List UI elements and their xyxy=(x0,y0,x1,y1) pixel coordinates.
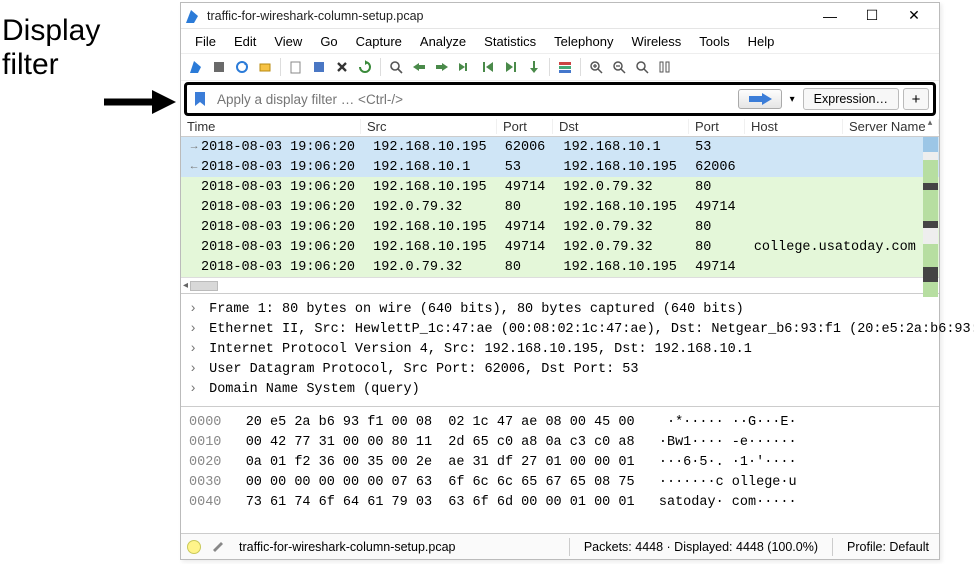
packet-list-header: Time Src Port Dst Port Host Server Name … xyxy=(181,117,939,137)
detail-line[interactable]: › Ethernet II, Src: HewlettP_1c:47:ae (0… xyxy=(189,320,931,340)
status-file: traffic-for-wireshark-column-setup.pcap xyxy=(235,540,460,554)
annotation-arrow-icon xyxy=(102,88,176,116)
go-last-icon[interactable] xyxy=(500,56,522,78)
minimize-button[interactable]: — xyxy=(809,4,851,28)
packet-row[interactable]: →2018-08-03 19:06:20 192.168.10.195 6200… xyxy=(181,137,939,157)
stop-capture-icon[interactable] xyxy=(208,56,230,78)
apply-filter-button[interactable] xyxy=(738,89,782,109)
column-time[interactable]: Time xyxy=(181,119,361,134)
titlebar: traffic-for-wireshark-column-setup.pcap … xyxy=(181,3,939,29)
save-file-icon[interactable] xyxy=(308,56,330,78)
menu-file[interactable]: File xyxy=(187,31,224,52)
app-icon xyxy=(185,8,201,24)
menu-statistics[interactable]: Statistics xyxy=(476,31,544,52)
go-to-packet-icon[interactable] xyxy=(454,56,476,78)
horizontal-scrollbar[interactable]: ◂ ▸ xyxy=(181,277,939,293)
toolbar xyxy=(181,53,939,81)
scroll-up-icon[interactable]: ▴ xyxy=(923,117,937,128)
detail-line[interactable]: › Frame 1: 80 bytes on wire (640 bits), … xyxy=(189,300,931,320)
packet-details-pane[interactable]: › Frame 1: 80 bytes on wire (640 bits), … xyxy=(181,293,939,406)
close-file-icon[interactable] xyxy=(331,56,353,78)
annotation-label: Display filter xyxy=(2,14,100,82)
menu-go[interactable]: Go xyxy=(312,31,345,52)
find-icon[interactable] xyxy=(385,56,407,78)
go-back-icon[interactable] xyxy=(408,56,430,78)
column-src-port[interactable]: Port xyxy=(497,119,553,134)
status-packets: Packets: 4448 · Displayed: 4448 (100.0%) xyxy=(580,540,822,554)
zoom-reset-icon[interactable] xyxy=(631,56,653,78)
add-filter-button[interactable]: + xyxy=(903,88,929,110)
menu-analyze[interactable]: Analyze xyxy=(412,31,474,52)
packet-row[interactable]: 2018-08-03 19:06:20 192.168.10.195 49714… xyxy=(181,177,939,197)
menu-help[interactable]: Help xyxy=(740,31,783,52)
window-title: traffic-for-wireshark-column-setup.pcap xyxy=(207,9,809,23)
bookmark-icon[interactable] xyxy=(191,90,209,108)
packet-row[interactable]: 2018-08-03 19:06:20 192.0.79.32 80 192.1… xyxy=(181,197,939,217)
detail-line[interactable]: › Domain Name System (query) xyxy=(189,380,931,400)
column-dst[interactable]: Dst xyxy=(553,119,689,134)
options-icon[interactable] xyxy=(254,56,276,78)
packet-row[interactable]: ←2018-08-03 19:06:20 192.168.10.1 53 192… xyxy=(181,157,939,177)
hex-line[interactable]: 0040 73 61 74 6f 64 61 79 03 63 6f 6d 00… xyxy=(189,493,931,513)
hex-line[interactable]: 0010 00 42 77 31 00 00 80 11 2d 65 c0 a8… xyxy=(189,433,931,453)
menubar: FileEditViewGoCaptureAnalyzeStatisticsTe… xyxy=(181,29,939,53)
menu-wireless[interactable]: Wireless xyxy=(623,31,689,52)
packet-row[interactable]: 2018-08-03 19:06:20 192.0.79.32 80 192.1… xyxy=(181,257,939,277)
filter-history-dropdown[interactable]: ▾ xyxy=(786,94,799,105)
column-dst-port[interactable]: Port xyxy=(689,119,745,134)
display-filter-bar: ▾ Expression… + xyxy=(184,82,936,116)
zoom-out-icon[interactable] xyxy=(608,56,630,78)
auto-scroll-icon[interactable] xyxy=(523,56,545,78)
menu-capture[interactable]: Capture xyxy=(348,31,410,52)
status-profile[interactable]: Profile: Default xyxy=(843,540,933,554)
start-capture-icon[interactable] xyxy=(185,56,207,78)
column-host[interactable]: Host xyxy=(745,119,843,134)
reload-icon[interactable] xyxy=(354,56,376,78)
go-first-icon[interactable] xyxy=(477,56,499,78)
app-window: traffic-for-wireshark-column-setup.pcap … xyxy=(180,2,940,560)
menu-tools[interactable]: Tools xyxy=(691,31,737,52)
packet-row[interactable]: 2018-08-03 19:06:20 192.168.10.195 49714… xyxy=(181,237,939,257)
edit-capture-icon[interactable] xyxy=(211,538,225,555)
display-filter-input[interactable] xyxy=(213,88,734,110)
hex-line[interactable]: 0000 20 e5 2a b6 93 f1 00 08 02 1c 47 ae… xyxy=(189,413,931,433)
expert-info-icon[interactable] xyxy=(187,540,201,554)
scroll-left-icon[interactable]: ◂ xyxy=(183,280,188,291)
column-src[interactable]: Src xyxy=(361,119,497,134)
maximize-button[interactable]: ☐ xyxy=(851,4,893,28)
expression-button[interactable]: Expression… xyxy=(803,88,899,110)
go-forward-icon[interactable] xyxy=(431,56,453,78)
hex-line[interactable]: 0020 0a 01 f2 36 00 35 00 2e ae 31 df 27… xyxy=(189,453,931,473)
packet-row[interactable]: 2018-08-03 19:06:20 192.168.10.195 49714… xyxy=(181,217,939,237)
menu-view[interactable]: View xyxy=(266,31,310,52)
zoom-in-icon[interactable] xyxy=(585,56,607,78)
detail-line[interactable]: › Internet Protocol Version 4, Src: 192.… xyxy=(189,340,931,360)
resize-columns-icon[interactable] xyxy=(654,56,676,78)
menu-telephony[interactable]: Telephony xyxy=(546,31,621,52)
detail-line[interactable]: › User Datagram Protocol, Src Port: 6200… xyxy=(189,360,931,380)
colorize-icon[interactable] xyxy=(554,56,576,78)
statusbar: traffic-for-wireshark-column-setup.pcap … xyxy=(181,533,939,559)
open-file-icon[interactable] xyxy=(285,56,307,78)
restart-capture-icon[interactable] xyxy=(231,56,253,78)
menu-edit[interactable]: Edit xyxy=(226,31,264,52)
packet-minimap xyxy=(923,137,938,297)
packet-list[interactable]: →2018-08-03 19:06:20 192.168.10.195 6200… xyxy=(181,137,939,277)
hex-line[interactable]: 0030 00 00 00 00 00 00 07 63 6f 6c 6c 65… xyxy=(189,473,931,493)
packet-bytes-pane[interactable]: 0000 20 e5 2a b6 93 f1 00 08 02 1c 47 ae… xyxy=(181,406,939,519)
close-button[interactable]: ✕ xyxy=(893,4,935,28)
